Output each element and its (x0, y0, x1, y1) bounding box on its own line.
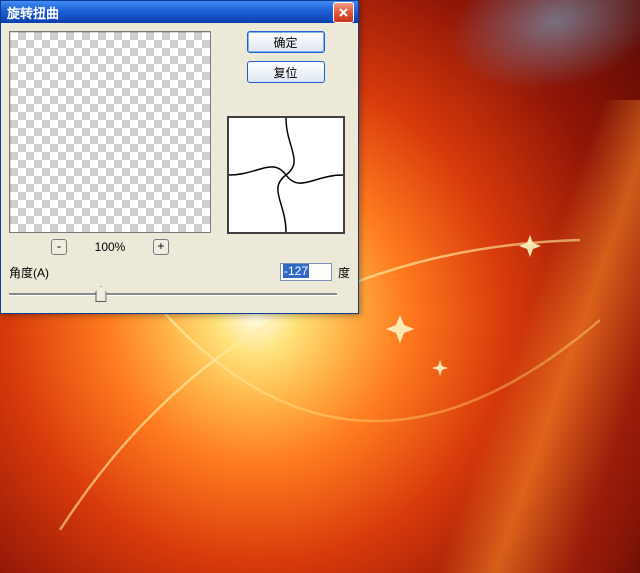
angle-value-selected: -127 (283, 264, 309, 278)
decorative-swirl (354, 100, 640, 573)
ok-button[interactable]: 确定 (247, 31, 325, 53)
twirl-filter-dialog: 旋转扭曲 - 100% + 确定 复位 (0, 0, 359, 314)
reset-button[interactable]: 复位 (247, 61, 325, 83)
angle-input[interactable]: -127 (280, 263, 332, 281)
zoom-out-button[interactable]: - (51, 239, 67, 255)
zoom-in-button[interactable]: + (153, 239, 169, 255)
dialog-title: 旋转扭曲 (7, 3, 333, 22)
zoom-controls: - 100% + (9, 239, 211, 255)
preview-canvas[interactable] (9, 31, 211, 233)
angle-slider[interactable] (9, 285, 337, 303)
dialog-body: - 100% + 确定 复位 (1, 23, 358, 313)
twirl-icon (229, 118, 343, 232)
wallpaper-background: 旋转扭曲 - 100% + 确定 复位 (0, 0, 640, 573)
effect-thumbnail (227, 116, 345, 234)
close-icon (338, 7, 349, 18)
close-button[interactable] (333, 2, 354, 23)
angle-unit-label: 度 (338, 264, 350, 281)
dialog-titlebar[interactable]: 旋转扭曲 (1, 1, 358, 23)
zoom-level-label: 100% (89, 240, 131, 254)
angle-label: 角度(A) (9, 264, 49, 281)
slider-thumb[interactable] (95, 286, 106, 302)
slider-track-line (9, 293, 337, 295)
